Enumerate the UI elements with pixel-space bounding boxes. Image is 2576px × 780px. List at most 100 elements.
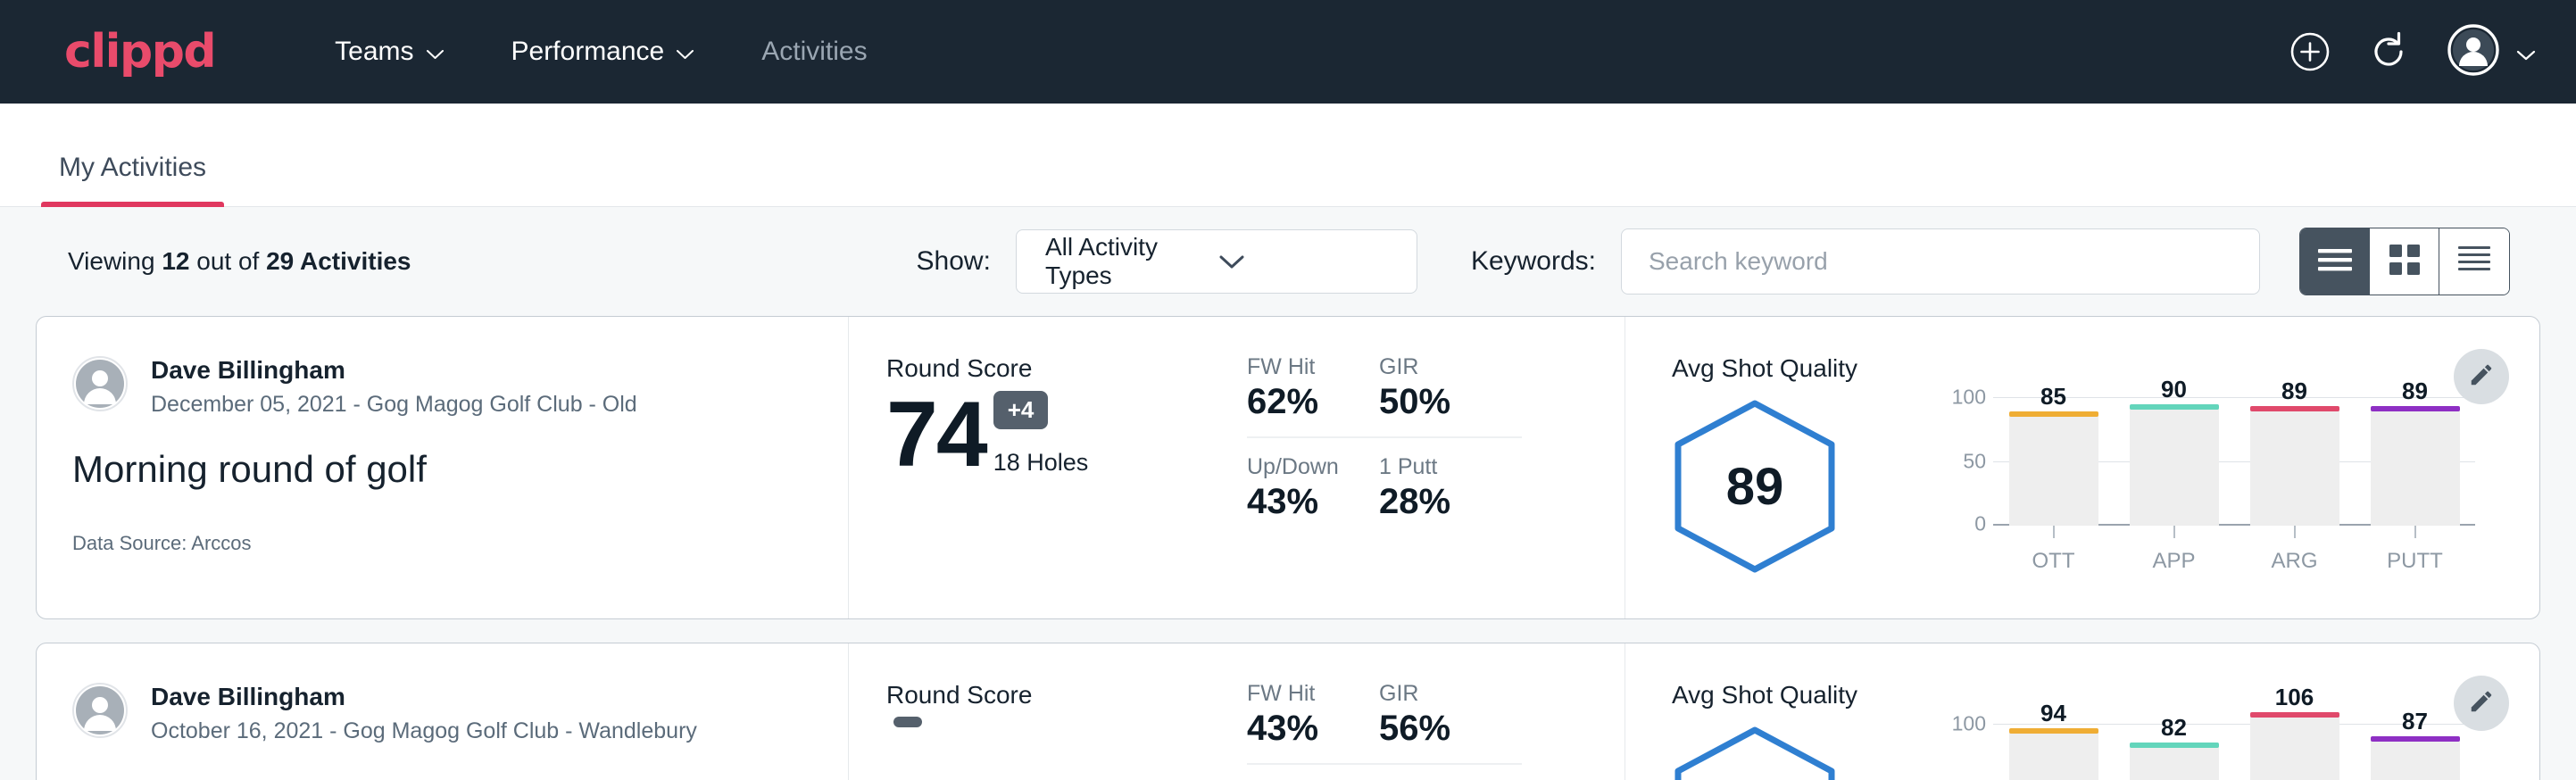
x-tick-app (2130, 526, 2219, 538)
tab-my-activities[interactable]: My Activities (41, 153, 224, 206)
grid-view-icon (2388, 243, 2422, 281)
x-tick-putt (2371, 526, 2460, 538)
edit-activity-button[interactable] (2454, 676, 2509, 731)
nav-item-activities-label: Activities (761, 37, 867, 67)
main-nav-items: Teams Performance Activities (301, 28, 901, 76)
avg-shot-quality-hexagon: 89 (1672, 397, 1838, 576)
search-input-wrapper[interactable] (1621, 228, 2260, 295)
bar-cap-putt (2371, 736, 2460, 742)
edit-activity-button[interactable] (2454, 349, 2509, 404)
avg-shot-quality-label: Avg Shot Quality (1672, 681, 1857, 709)
page-tab-bar: My Activities (0, 104, 2576, 207)
view-mode-grid-button[interactable] (2370, 228, 2439, 295)
stat-gir-value: 56% (1379, 709, 1497, 749)
search-input[interactable] (1649, 247, 2232, 276)
plus-circle-icon[interactable] (2289, 31, 2331, 72)
activity-title: Morning round of golf (72, 448, 848, 491)
x-tick-arg (2250, 526, 2339, 538)
nav-item-performance[interactable]: Performance (478, 28, 728, 76)
activity-author: Dave Billingham October 16, 2021 - Gog M… (72, 681, 848, 744)
show-label: Show: (917, 246, 991, 277)
bar-app (2130, 409, 2219, 526)
nav-item-performance-label: Performance (511, 37, 665, 67)
stat-one-putt-value: 28% (1379, 482, 1497, 522)
activity-card-summary: Dave Billingham October 16, 2021 - Gog M… (37, 643, 849, 780)
activity-stats-grid: FW Hit 43% GIR 56% (1247, 681, 1522, 780)
viewing-count-text: Viewing 12 out of 29 Activities (68, 247, 411, 276)
round-score-row: 74 +4 18 Holes (886, 386, 1243, 484)
app-logo[interactable]: clippd (64, 25, 215, 79)
viewing-prefix: Viewing (68, 247, 162, 275)
shot-quality-hex-block: Avg Shot Quality 89 (1672, 354, 1940, 576)
activity-card[interactable]: Dave Billingham October 16, 2021 - Gog M… (36, 643, 2540, 780)
activity-card-shot-quality: Avg Shot Quality 100 50 0 (1625, 643, 2539, 780)
bar-value-ott: 94 (2009, 700, 2098, 727)
round-score-label: Round Score (886, 354, 1243, 383)
bar-chart-plot: 85 90 (1993, 374, 2475, 526)
bar-column-arg: 106 (2250, 701, 2339, 780)
avg-shot-quality-value: 89 (1726, 457, 1784, 517)
pencil-icon (2468, 688, 2495, 719)
stat-one-putt: 1 Putt 28% (1379, 438, 1522, 522)
bar-value-app: 90 (2130, 376, 2219, 403)
stat-one-putt-label: 1 Putt (1379, 454, 1497, 480)
bar-cap-app (2130, 743, 2219, 748)
bar-column-ott: 85 (2009, 374, 2098, 526)
round-score-label: Round Score (886, 681, 1243, 709)
bar-column-putt: 87 (2371, 701, 2460, 780)
shot-quality-bar-chart: 100 50 0 94 (1943, 701, 2475, 780)
nav-item-activities[interactable]: Activities (727, 28, 901, 76)
view-mode-compact-button[interactable] (2439, 228, 2509, 295)
bar-cap-arg (2250, 406, 2339, 411)
activity-author-meta: October 16, 2021 - Gog Magog Golf Club -… (151, 718, 697, 744)
bar-cap-ott (2009, 728, 2098, 734)
account-menu[interactable] (2447, 23, 2533, 81)
y-tick-50: 50 (1963, 776, 1986, 780)
x-label-putt: PUTT (2371, 549, 2460, 574)
chevron-down-icon (677, 50, 694, 60)
activity-type-select[interactable]: All Activity Types (1016, 229, 1417, 294)
chevron-down-icon (427, 50, 444, 60)
viewing-total: 29 Activities (266, 247, 411, 275)
viewing-mid: out of (189, 247, 266, 275)
round-holes-label: 18 Holes (993, 449, 1089, 477)
stat-fw-hit: FW Hit 62% (1247, 354, 1379, 438)
nav-item-teams-label: Teams (335, 37, 413, 67)
x-label-arg: ARG (2250, 549, 2339, 574)
bar-column-app: 90 (2130, 374, 2219, 526)
y-tick-100: 100 (1952, 712, 1986, 736)
stat-fw-hit-value: 43% (1247, 709, 1354, 749)
bar-chart-bars: 94 82 (1993, 701, 2475, 780)
activity-card[interactable]: Dave Billingham December 05, 2021 - Gog … (36, 316, 2540, 619)
x-label-app: APP (2130, 549, 2219, 574)
avatar (72, 356, 128, 411)
view-mode-list-button[interactable] (2300, 228, 2370, 295)
bar-ott (2009, 733, 2098, 780)
activity-card-summary: Dave Billingham December 05, 2021 - Gog … (37, 317, 849, 618)
nav-item-teams[interactable]: Teams (301, 28, 477, 76)
stat-fw-hit-label: FW Hit (1247, 354, 1354, 380)
round-score-badge: +4 (993, 391, 1049, 429)
chevron-down-icon (2516, 50, 2533, 60)
activity-stats-grid: FW Hit 62% GIR 50% Up/Down 43% 1 Putt 28… (1247, 354, 1522, 618)
stat-up-down-label: Up/Down (1247, 454, 1354, 480)
chevron-down-icon (1219, 247, 1393, 276)
top-navigation-bar: clippd Teams Performance Activities (0, 0, 2576, 104)
page-content: Viewing 12 out of 29 Activities Show: Al… (0, 207, 2576, 780)
bar-ott (2009, 416, 2098, 526)
shot-quality-row: Avg Shot Quality 100 50 0 (1672, 681, 2539, 780)
bar-putt (2371, 741, 2460, 780)
bar-cap-arg (2250, 712, 2339, 718)
refresh-icon[interactable] (2368, 31, 2409, 72)
activity-card-shot-quality: Avg Shot Quality 89 100 50 0 (1625, 317, 2539, 618)
bar-chart-y-axis: 100 50 0 (1943, 701, 1993, 780)
avatar (72, 683, 128, 738)
stat-fw-hit-label: FW Hit (1247, 681, 1354, 707)
round-score-badge (893, 717, 922, 727)
bar-cap-ott (2009, 411, 2098, 417)
list-view-icon (2316, 246, 2354, 278)
activity-author-meta: December 05, 2021 - Gog Magog Golf Club … (151, 392, 637, 418)
nav-action-icons (2289, 23, 2533, 81)
bar-column-putt: 89 (2371, 374, 2460, 526)
filter-toolbar: Viewing 12 out of 29 Activities Show: Al… (36, 207, 2540, 316)
